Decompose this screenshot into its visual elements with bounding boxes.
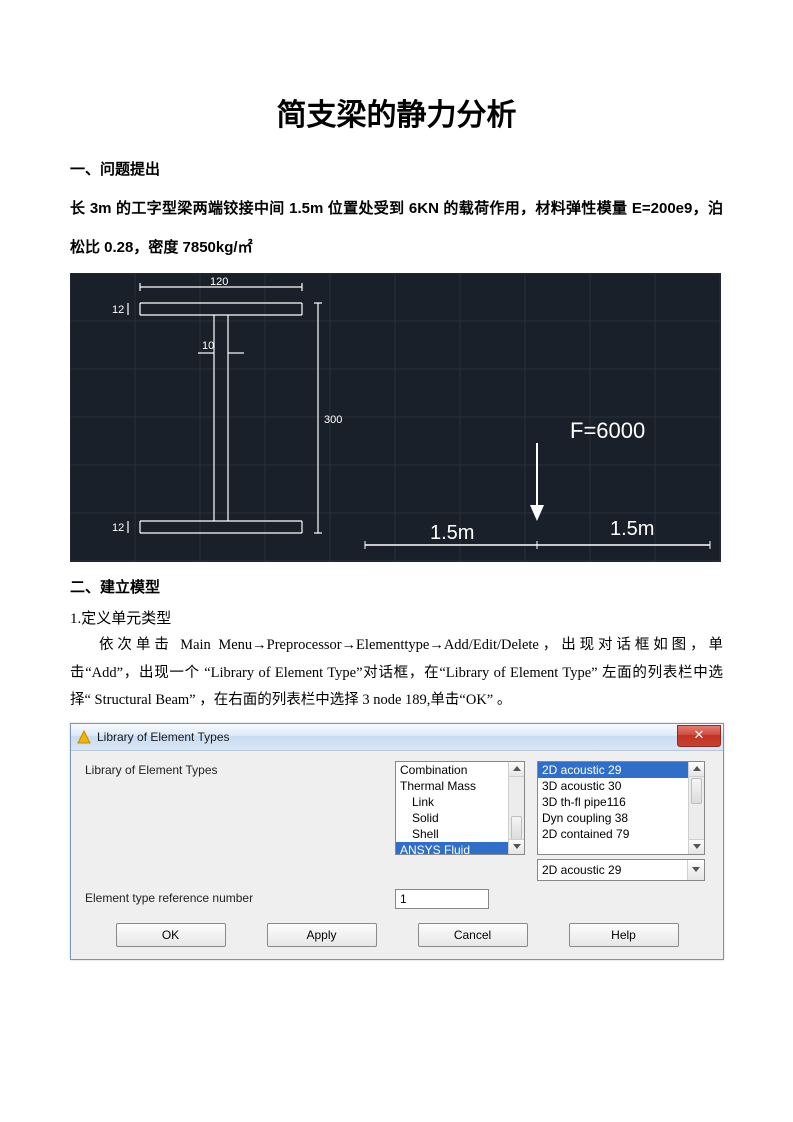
dim-top-flange: 12 — [112, 304, 124, 316]
section-1-heading: 一、问题提出 — [70, 158, 723, 179]
dialog-title-text: Library of Element Types — [97, 730, 230, 744]
cad-svg: 120 12 10 300 12 F=6000 1.5m 1.5m — [70, 273, 721, 562]
label-library: Library of Element Types — [85, 761, 395, 777]
listbox-types[interactable]: 2D acoustic 29 3D acoustic 30 3D th-fl p… — [537, 761, 705, 855]
cancel-button[interactable]: Cancel — [418, 923, 528, 947]
dialog-library-element-types: Library of Element Types ✕ Library of El… — [70, 723, 724, 960]
close-button[interactable]: ✕ — [677, 725, 721, 747]
scroll-down-button[interactable] — [509, 839, 524, 854]
scroll-down-button[interactable] — [689, 839, 704, 854]
chevron-up-icon — [513, 766, 521, 771]
cad-figure: 120 12 10 300 12 F=6000 1.5m 1.5m — [70, 273, 721, 562]
apply-button[interactable]: Apply — [267, 923, 377, 947]
close-icon: ✕ — [694, 727, 705, 742]
span-left-label: 1.5m — [430, 522, 474, 544]
chevron-down-icon — [513, 844, 521, 849]
page-title: 简支梁的静力分析 — [70, 90, 723, 134]
chevron-down-icon — [693, 844, 701, 849]
help-button[interactable]: Help — [569, 923, 679, 947]
force-arrow — [530, 443, 544, 521]
scroll-up-button[interactable] — [689, 762, 704, 777]
ok-button[interactable]: OK — [116, 923, 226, 947]
dropdown-selected-type[interactable]: 2D acoustic 29 — [537, 859, 705, 881]
label-ref-number: Element type reference number — [85, 889, 395, 905]
dialog-body: Library of Element Types Combination The… — [71, 751, 723, 959]
list-item-selected[interactable]: ANSYS Fluid — [396, 842, 524, 855]
span-right-label: 1.5m — [610, 518, 654, 540]
ansys-logo-icon — [77, 730, 91, 744]
input-ref-number[interactable]: 1 — [395, 889, 489, 909]
dim-top-width: 120 — [210, 276, 228, 288]
list-item[interactable]: Link — [396, 794, 524, 810]
section-2-sub1: 1.定义单元类型 — [70, 607, 723, 628]
section-2-paragraph: 依次单击 Main Menu→Preprocessor→Elementtype→… — [70, 632, 723, 715]
dialog-button-row: OK Apply Cancel Help — [85, 917, 709, 947]
scroll-up-button[interactable] — [509, 762, 524, 777]
section-2-heading: 二、建立模型 — [70, 576, 723, 597]
list-item[interactable]: Solid — [396, 810, 524, 826]
dialog-titlebar[interactable]: Library of Element Types ✕ — [71, 724, 723, 751]
list-item[interactable]: 3D th-fl pipe116 — [538, 794, 704, 810]
list-item[interactable]: Combination — [396, 762, 524, 778]
list-item[interactable]: Thermal Mass — [396, 778, 524, 794]
scroll-thumb[interactable] — [691, 778, 702, 804]
dim-height: 300 — [324, 414, 342, 426]
beam-span — [365, 541, 710, 549]
list-item[interactable]: Shell — [396, 826, 524, 842]
chevron-up-icon — [693, 766, 701, 771]
force-label: F=6000 — [570, 418, 645, 443]
dim-bot-flange: 12 — [112, 522, 124, 534]
scrollbar[interactable] — [688, 762, 704, 854]
dropdown-button[interactable] — [687, 860, 704, 880]
list-item[interactable]: Dyn coupling 38 — [538, 810, 704, 826]
listbox-categories[interactable]: Combination Thermal Mass Link Solid Shel… — [395, 761, 525, 855]
scrollbar[interactable] — [508, 762, 524, 854]
dim-web: 10 — [202, 340, 214, 352]
list-item[interactable]: 3D acoustic 30 — [538, 778, 704, 794]
dropdown-value: 2D acoustic 29 — [538, 863, 687, 877]
list-item[interactable]: 2D contained 79 — [538, 826, 704, 842]
section-1-paragraph: 长 3m 的工字型梁两端铰接中间 1.5m 位置处受到 6KN 的载荷作用，材料… — [70, 189, 723, 267]
scroll-thumb[interactable] — [511, 816, 522, 840]
list-item-selected[interactable]: 2D acoustic 29 — [538, 762, 704, 778]
input-value: 1 — [400, 892, 407, 906]
chevron-down-icon — [692, 867, 700, 872]
